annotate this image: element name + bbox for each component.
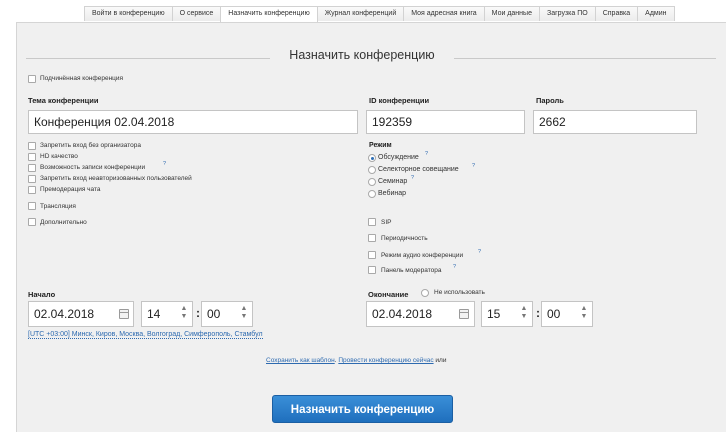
tab-join[interactable]: Войти в конференцию [84, 6, 173, 21]
time-separator: : [196, 306, 200, 320]
password-label: Пароль [536, 96, 564, 105]
no-unauth-checkbox[interactable] [28, 175, 36, 183]
broadcast-label: Трансляция [40, 203, 76, 210]
topic-input[interactable]: Конференция 02.04.2018 [28, 110, 358, 134]
moderator-panel-label: Панель модератора [381, 267, 442, 274]
option-label: Возможность записи конференции [40, 164, 146, 171]
divider [454, 58, 716, 59]
spinner-icon[interactable]: ▲ ▼ [519, 305, 529, 323]
mode-label-text: Вебинар [378, 190, 407, 197]
page-title: Назначить конференцию [289, 48, 435, 62]
mode-label-text: Селекторное совещание [378, 166, 459, 173]
tab-about[interactable]: О сервисе [171, 6, 222, 21]
audio-mode-label: Режим аудио конференции [381, 252, 464, 259]
sip-label: SIP [381, 219, 392, 226]
tab-admin[interactable]: Админ [637, 6, 675, 21]
recording-checkbox[interactable] [28, 164, 36, 172]
extra-checkbox[interactable] [28, 218, 36, 226]
moderator-panel-checkbox[interactable] [368, 266, 376, 274]
mode-seminar-radio[interactable] [368, 178, 376, 186]
mode-discussion-radio[interactable] [368, 154, 376, 162]
start-hour-value: 14 [147, 307, 161, 321]
start-hour-input[interactable]: 14 ▲ ▼ [141, 301, 193, 327]
tab-journal[interactable]: Журнал конференций [316, 6, 405, 21]
save-template-link[interactable]: Сохранить как шаблон [266, 357, 335, 364]
start-date-value: 02.04.2018 [34, 307, 95, 321]
link-separator: . [334, 357, 337, 364]
help-icon[interactable]: ? [478, 249, 481, 255]
tab-my-data[interactable]: Мои данные [483, 6, 540, 21]
timezone-link[interactable]: [UTC +03:00] Минск, Киров, Москва, Волго… [28, 331, 263, 339]
run-now-link[interactable]: Провести конференцию сейчас [338, 357, 433, 364]
tab-help[interactable]: Справка [594, 6, 639, 21]
end-minute-value: 00 [547, 307, 561, 321]
schedule-conference-button[interactable]: Назначить конференцию [272, 395, 453, 423]
help-icon[interactable]: ? [411, 175, 414, 181]
conference-id-input[interactable]: 192359 [366, 110, 525, 134]
tab-download[interactable]: Загрузка ПО [538, 6, 596, 21]
end-hour-input[interactable]: 15 ▲ ▼ [481, 301, 533, 327]
end-minute-input[interactable]: 00 ▲ ▼ [541, 301, 593, 327]
tab-schedule[interactable]: Назначить конференцию [220, 6, 318, 22]
subordinate-checkbox[interactable] [28, 75, 36, 83]
audio-mode-checkbox[interactable] [368, 251, 376, 259]
broadcast-checkbox[interactable] [28, 202, 36, 210]
spinner-icon[interactable]: ▲ ▼ [179, 305, 189, 323]
option-label: Премодерация чата [40, 186, 101, 193]
nav-tabs: Войти в конференцию О сервисе Назначить … [84, 6, 675, 22]
option-label: Запретить вход без организатора [40, 142, 141, 149]
start-minute-value: 00 [207, 307, 221, 321]
option-label: HD качество [40, 153, 78, 160]
mode-label-text: Семинар [378, 178, 408, 185]
start-date-input[interactable]: 02.04.2018 [28, 301, 134, 327]
calendar-icon[interactable] [119, 309, 129, 319]
option-label: Запретить вход неавторизованных пользова… [40, 175, 192, 182]
mode-label-text: Обсуждение [378, 154, 419, 161]
help-icon[interactable]: ? [425, 151, 428, 157]
calendar-icon[interactable] [459, 309, 469, 319]
start-minute-input[interactable]: 00 ▲ ▼ [201, 301, 253, 327]
topic-label: Тема конференции [28, 96, 99, 105]
password-input[interactable]: 2662 [533, 110, 697, 134]
end-label: Окончание [368, 290, 409, 299]
template-links: Сохранить как шаблон. Провести конференц… [266, 357, 446, 364]
time-separator: : [536, 306, 540, 320]
help-icon[interactable]: ? [163, 161, 166, 167]
tab-address-book[interactable]: Моя адресная книга [403, 6, 485, 21]
end-date-value: 02.04.2018 [372, 307, 433, 321]
chat-premoderation-checkbox[interactable] [28, 186, 36, 194]
not-used-checkbox[interactable] [421, 289, 429, 297]
no-organizer-checkbox[interactable] [28, 142, 36, 150]
periodic-checkbox[interactable] [368, 234, 376, 242]
id-label: ID конференции [369, 96, 430, 105]
spinner-icon[interactable]: ▲ ▼ [579, 305, 589, 323]
periodic-label: Периодичность [381, 235, 428, 242]
help-icon[interactable]: ? [472, 163, 475, 169]
subordinate-label: Подчинённая конференция [40, 75, 124, 82]
spinner-icon[interactable]: ▲ ▼ [239, 305, 249, 323]
or-text: или [435, 357, 447, 364]
end-hour-value: 15 [487, 307, 501, 321]
end-date-input[interactable]: 02.04.2018 [366, 301, 475, 327]
sip-checkbox[interactable] [368, 218, 376, 226]
not-used-label: Не использовать [434, 289, 485, 296]
form-panel [16, 22, 726, 432]
mode-label: Режим [369, 142, 392, 149]
extra-label: Дополнительно [40, 219, 87, 226]
hd-checkbox[interactable] [28, 153, 36, 161]
start-label: Начало [28, 290, 56, 299]
mode-selector-radio[interactable] [368, 166, 376, 174]
help-icon[interactable]: ? [453, 264, 456, 270]
mode-webinar-radio[interactable] [368, 190, 376, 198]
divider [26, 58, 270, 59]
